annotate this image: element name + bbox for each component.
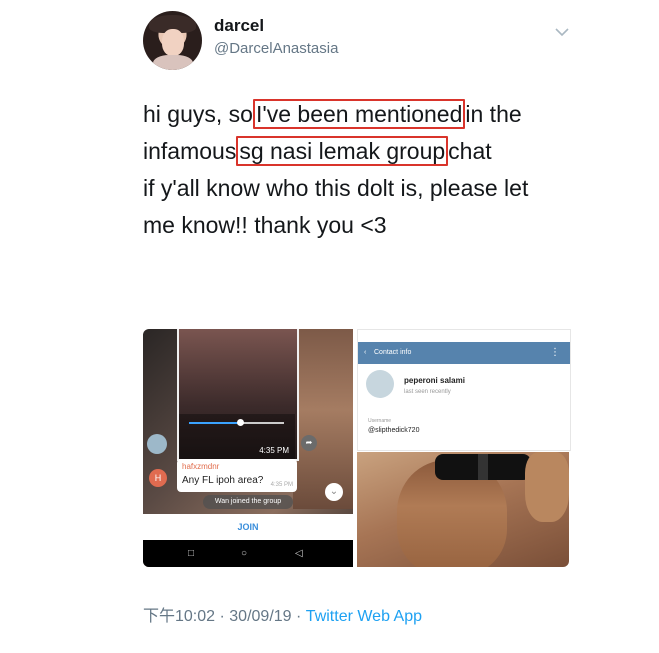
tweet-text-segment: in the [465, 101, 522, 127]
photo-sunglasses [435, 454, 531, 480]
message-bubble: hafxzmdnr Any FL ipoh area? 4:35 PM [177, 459, 297, 492]
photo-face [293, 329, 353, 509]
scroll-down-icon[interactable]: ⌄ [325, 483, 343, 501]
chat-avatar [147, 434, 167, 454]
contact-header-title: Contact info [374, 349, 412, 356]
highlighted-phrase: sg nasi lemak group [236, 136, 449, 166]
tweet-line-3: if y'all know who this dolt is, please l… [143, 175, 529, 201]
chevron-down-icon[interactable] [554, 24, 570, 40]
media-image-photo[interactable] [357, 452, 569, 567]
user-handle[interactable]: @DarcelAnastasia [214, 40, 338, 57]
avatar[interactable] [143, 11, 202, 70]
video-time: 4:35 PM [259, 446, 289, 455]
message-text: Any FL ipoh area? [182, 475, 264, 486]
tweet-source-link[interactable]: Twitter Web App [306, 608, 422, 625]
video-scrubber[interactable] [237, 419, 244, 426]
nav-home-icon[interactable]: ○ [241, 548, 247, 559]
message-sender: hafxzmdnr [182, 462, 220, 471]
tweet-line-4: me know!! thank you <3 [143, 212, 387, 238]
share-icon[interactable]: ➦ [301, 435, 317, 451]
highlighted-phrase: I've been mentioned [252, 99, 466, 129]
contact-username: @slipthedick720 [368, 427, 420, 434]
display-name[interactable]: darcel [214, 16, 264, 36]
username-label: Username [368, 418, 392, 424]
tweet-meta: 下午10:02 · 30/09/19 · Twitter Web App [143, 602, 422, 626]
media-image-contact[interactable]: ‹ Contact info ⋮ peperoni salami last se… [357, 329, 571, 451]
contact-status: last seen recently [404, 389, 451, 395]
back-arrow-icon[interactable]: ‹ [364, 342, 366, 364]
meta-separator: · [296, 608, 302, 625]
more-vert-icon[interactable]: ⋮ [550, 342, 560, 364]
tweet-line-1: hi guys, so I've been mentioned in the [143, 96, 603, 133]
tweet-date[interactable]: 30/09/19 [229, 608, 291, 625]
avatar-shirt [153, 55, 193, 70]
meta-separator: · [219, 608, 225, 625]
media-image-chat[interactable]: 4:35 PM ➦ H hafxzmdnr Any FL ipoh area? … [143, 329, 353, 567]
android-nav-bar: □ ○ ◁ [143, 540, 353, 567]
contact-header: ‹ Contact info ⋮ [358, 342, 570, 364]
video-progress-fill [189, 422, 239, 424]
tweet-time[interactable]: 下午10:02 [143, 608, 215, 625]
avatar-face [162, 29, 184, 56]
tweet-line-2: infamous sg nasi lemak group chat [143, 133, 603, 170]
nav-recent-icon[interactable]: □ [188, 548, 194, 559]
sender-avatar: H [149, 469, 167, 487]
video-controls: 4:35 PM [179, 414, 295, 459]
tweet-text-segment: chat [448, 138, 492, 164]
tweet-text-segment: infamous [143, 138, 237, 164]
joined-notice: Wan joined the group [203, 495, 293, 509]
message-time: 4:35 PM [270, 482, 293, 488]
tweet-text: hi guys, so I've been mentioned in the inf… [143, 96, 603, 244]
contact-name: peperoni salami [404, 376, 465, 385]
photo-hand [525, 452, 569, 522]
contact-avatar [366, 370, 394, 398]
tweet-text-segment: hi guys, so [143, 101, 253, 127]
nav-back-icon[interactable]: ◁ [295, 548, 303, 559]
join-button[interactable]: JOIN [143, 514, 353, 540]
